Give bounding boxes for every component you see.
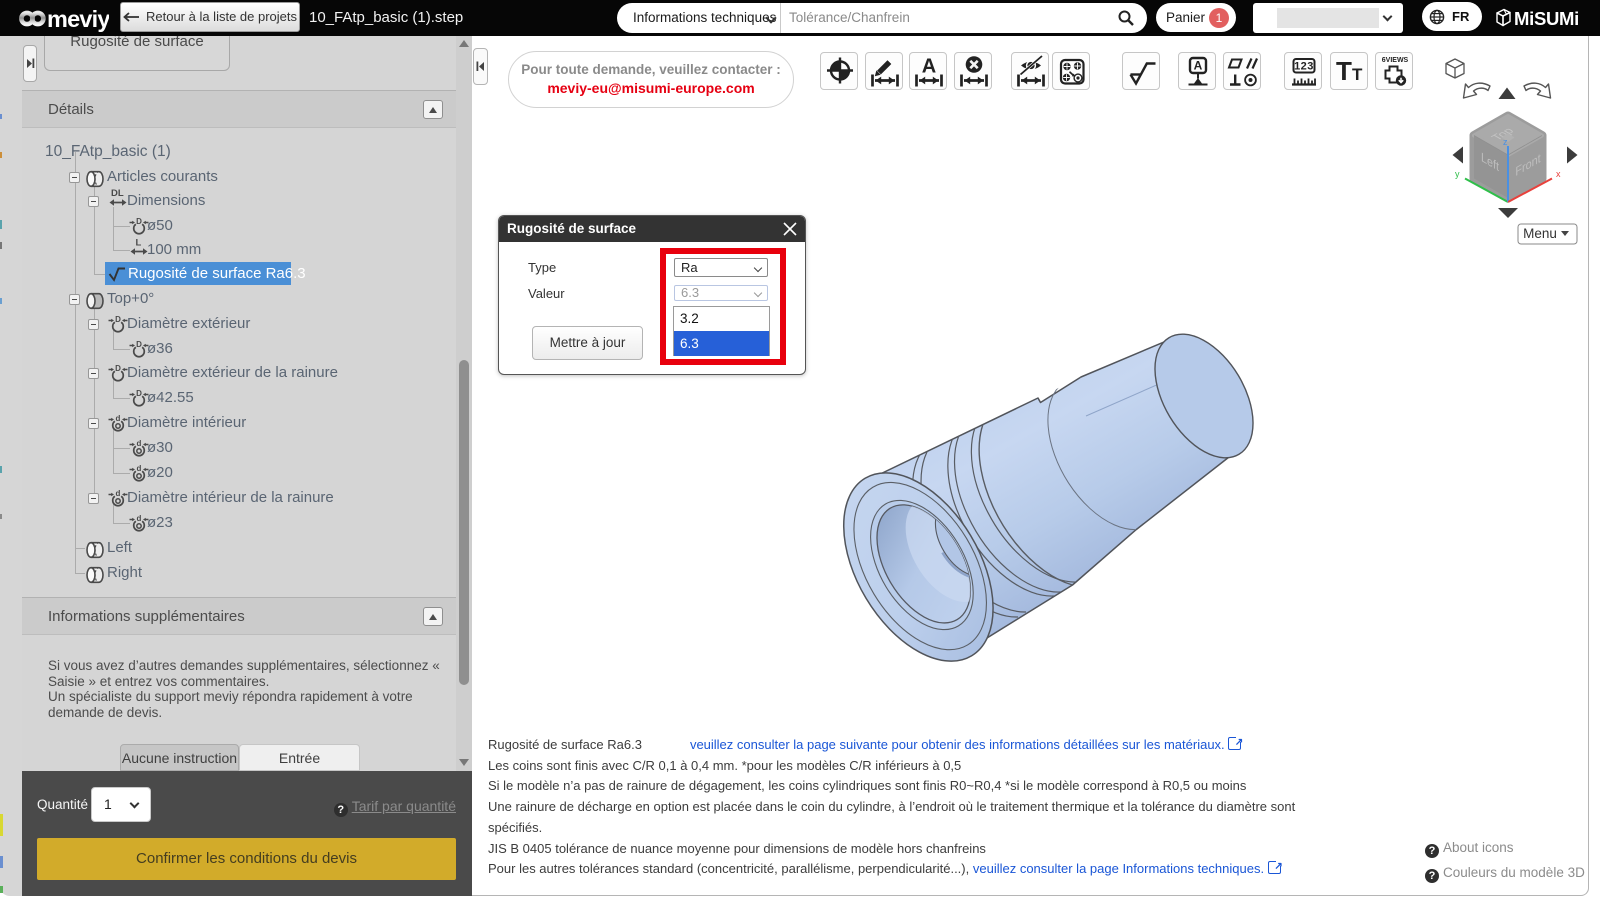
svg-text:T: T (1336, 56, 1352, 86)
svg-text:L: L (136, 238, 142, 249)
svg-text:T: T (1352, 65, 1363, 84)
svg-text:MiSUMi: MiSUMi (1514, 8, 1579, 29)
svg-text:6VIEWS: 6VIEWS (1382, 57, 1409, 64)
svg-text:meviy: meviy (47, 6, 109, 32)
svg-text:z: z (1503, 137, 1508, 147)
svg-text:A: A (1194, 59, 1203, 73)
svg-text:y: y (1455, 169, 1460, 179)
svg-text:x: x (1556, 169, 1561, 179)
svg-text:DL: DL (111, 188, 124, 199)
svg-text:123: 123 (1294, 61, 1314, 73)
svg-text:A: A (922, 56, 936, 78)
svg-text:Menu: Menu (1523, 226, 1557, 241)
